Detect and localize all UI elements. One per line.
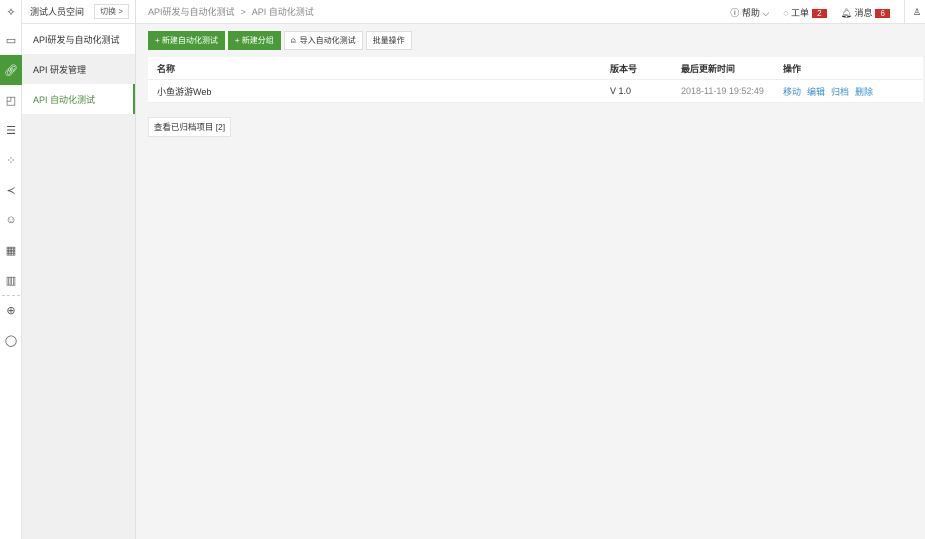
table-header: 名称 版本号 最后更新时间 操作 [148,57,923,80]
more-icon[interactable]: ◯ [0,325,22,355]
building-icon[interactable]: ▥ [0,265,22,295]
archive-link[interactable]: 归档 [831,87,849,97]
breadcrumb-separator: > [240,6,246,17]
secondary-sidebar: 测试人员空间 切换 > API研发与自动化测试 API 研发管理 API 自动化… [22,0,136,539]
project-version: V 1.0 [610,86,632,96]
tickets-badge: 2 [812,8,827,18]
batch-button[interactable]: 批量操作 [365,31,412,50]
view-archived-button[interactable]: 查看已归档项目 [2] [148,117,231,137]
messages-badge: 6 [875,8,890,18]
delete-link[interactable]: 删除 [855,87,873,97]
new-automation-test-button[interactable]: + 新建自动化测试 [148,31,225,50]
breadcrumb-item[interactable]: API研发与自动化测试 [148,5,235,18]
edit-link[interactable]: 编辑 [807,87,825,97]
row-actions: 移动 编辑 归档 删除 [783,85,879,98]
apps-icon[interactable]: ⁘ [0,145,22,175]
project-name[interactable]: 小鱼游游Web [157,85,211,98]
chart-icon[interactable]: ▭ [0,25,22,55]
switch-button[interactable]: 切换 > [94,4,129,19]
messages-label: 消息 [854,7,873,18]
tickets-label: 工单 [791,7,810,18]
table-row[interactable]: 小鱼游游Web V 1.0 2018-11-19 19:52:49 移动 编辑 归档… [148,80,923,103]
messages-button[interactable]: 🔔︎ 消息 6 [841,6,890,19]
link-icon[interactable]: 🔗︎ [0,55,22,85]
list-icon[interactable]: ☰ [0,115,22,145]
monitor-icon[interactable]: ◰ [0,85,22,115]
share-icon[interactable]: ≺ [0,175,22,205]
import-icon: ⍝ [290,35,296,45]
help-menu[interactable]: ⓘ 帮助 ⌵ [730,6,769,19]
col-updated: 最后更新时间 [681,63,736,74]
breadcrumb-current: API 自动化测试 [251,7,314,17]
import-label: 导入自动化测试 [299,36,356,45]
col-version: 版本号 [610,63,638,74]
users-icon[interactable]: ☺ [0,205,22,235]
import-button[interactable]: ⍝ 导入自动化测试 [283,31,363,50]
sidebar-item-api-automation[interactable]: API 自动化测试 [22,84,135,114]
col-actions: 操作 [783,63,802,74]
project-table: 名称 版本号 最后更新时间 操作 小鱼游游Web V 1.0 2018-11-1… [148,57,923,103]
move-link[interactable]: 移动 [783,87,801,97]
project-updated: 2018-11-19 19:52:49 [681,86,764,96]
user-icon[interactable]: ♙ [903,0,921,24]
currency-icon[interactable]: ⊕ [0,295,22,325]
sidebar-item-api-dev-test[interactable]: API研发与自动化测试 [22,24,135,54]
toolbar: + 新建自动化测试 + 新建分组 ⍝ 导入自动化测试 批量操作 [148,31,412,50]
sidebar-item-api-management[interactable]: API 研发管理 [22,54,135,84]
logo-icon[interactable]: ⟡ [0,0,22,24]
help-label: 帮助 [741,7,760,18]
workspace-name: 测试人员空间 [30,7,85,17]
new-group-button[interactable]: + 新建分组 [227,31,281,50]
tickets-button[interactable]: ◌ 工单 2 [783,6,827,19]
icon-rail: ⟡ ▭ 🔗︎ ◰ ☰ ⁘ ≺ ☺ ▦ ▥ ⊕ ◯ [0,0,22,539]
top-bar: API研发与自动化测试 > API 自动化测试 ⓘ 帮助 ⌵ ◌ 工单 2 🔔︎ … [136,0,925,24]
dashboard-icon[interactable]: ▦ [0,235,22,265]
col-name: 名称 [157,63,176,74]
